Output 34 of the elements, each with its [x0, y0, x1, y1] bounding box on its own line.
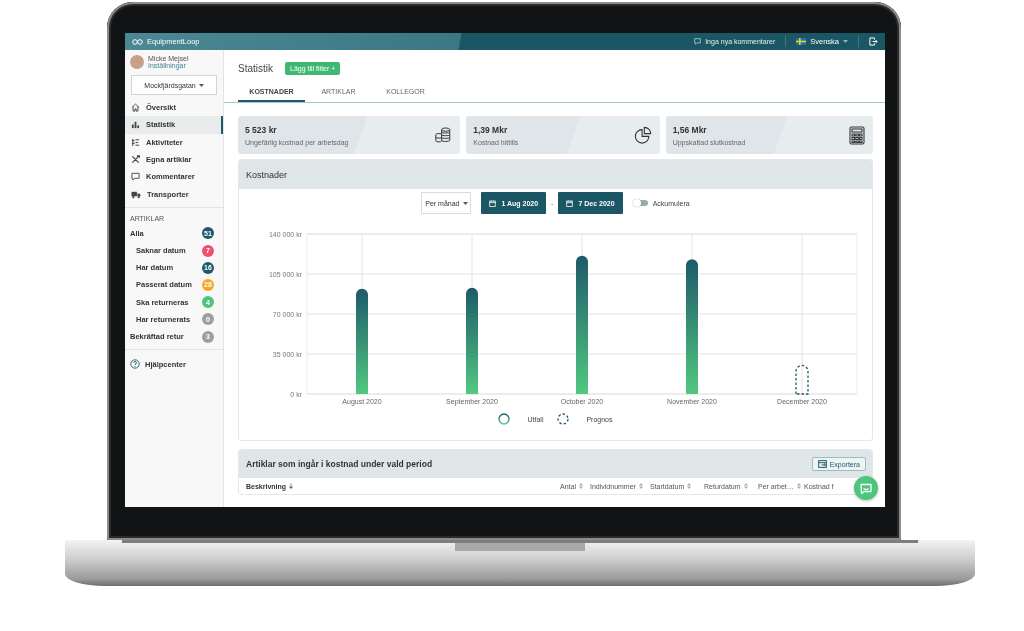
flag-icon — [796, 38, 807, 45]
caret-icon — [843, 40, 848, 43]
chat-button[interactable] — [854, 476, 878, 500]
legend-marker-icon — [498, 413, 511, 425]
logo-icon — [132, 38, 143, 45]
avatar[interactable] — [130, 55, 144, 69]
legend-marker-icon — [557, 413, 570, 425]
export-icon — [817, 460, 827, 468]
calculator-icon — [849, 125, 865, 145]
caret-icon — [198, 83, 204, 87]
caret-icon — [462, 201, 468, 205]
stat-value: 5 523 kr — [245, 124, 278, 135]
stat-value: 1,56 Mkr — [672, 124, 708, 135]
tools-icon — [131, 155, 140, 165]
panel-title: Artiklar som ingår i kostnad under vald period — [246, 459, 433, 469]
panel-title: Kostnader — [246, 169, 288, 180]
truck-icon — [131, 189, 141, 199]
coins-icon — [434, 126, 453, 144]
logout-icon[interactable] — [869, 37, 878, 46]
help-icon — [130, 359, 140, 370]
comment-icon — [694, 38, 702, 45]
calendar-icon — [489, 199, 497, 207]
speech-bubble-icon — [131, 172, 140, 182]
bar-chart-icon — [131, 120, 140, 130]
toggle-switch[interactable] — [633, 200, 648, 206]
home-icon — [131, 103, 140, 113]
list-icon — [131, 137, 140, 147]
pie-chart-icon — [633, 126, 652, 144]
chat-icon — [860, 482, 872, 494]
sort-icon[interactable] — [289, 483, 294, 489]
calendar-icon — [566, 199, 574, 207]
page-title: Statistik — [238, 62, 273, 74]
stat-value: 1,39 Mkr — [473, 124, 509, 135]
forecast-bar — [795, 364, 809, 395]
